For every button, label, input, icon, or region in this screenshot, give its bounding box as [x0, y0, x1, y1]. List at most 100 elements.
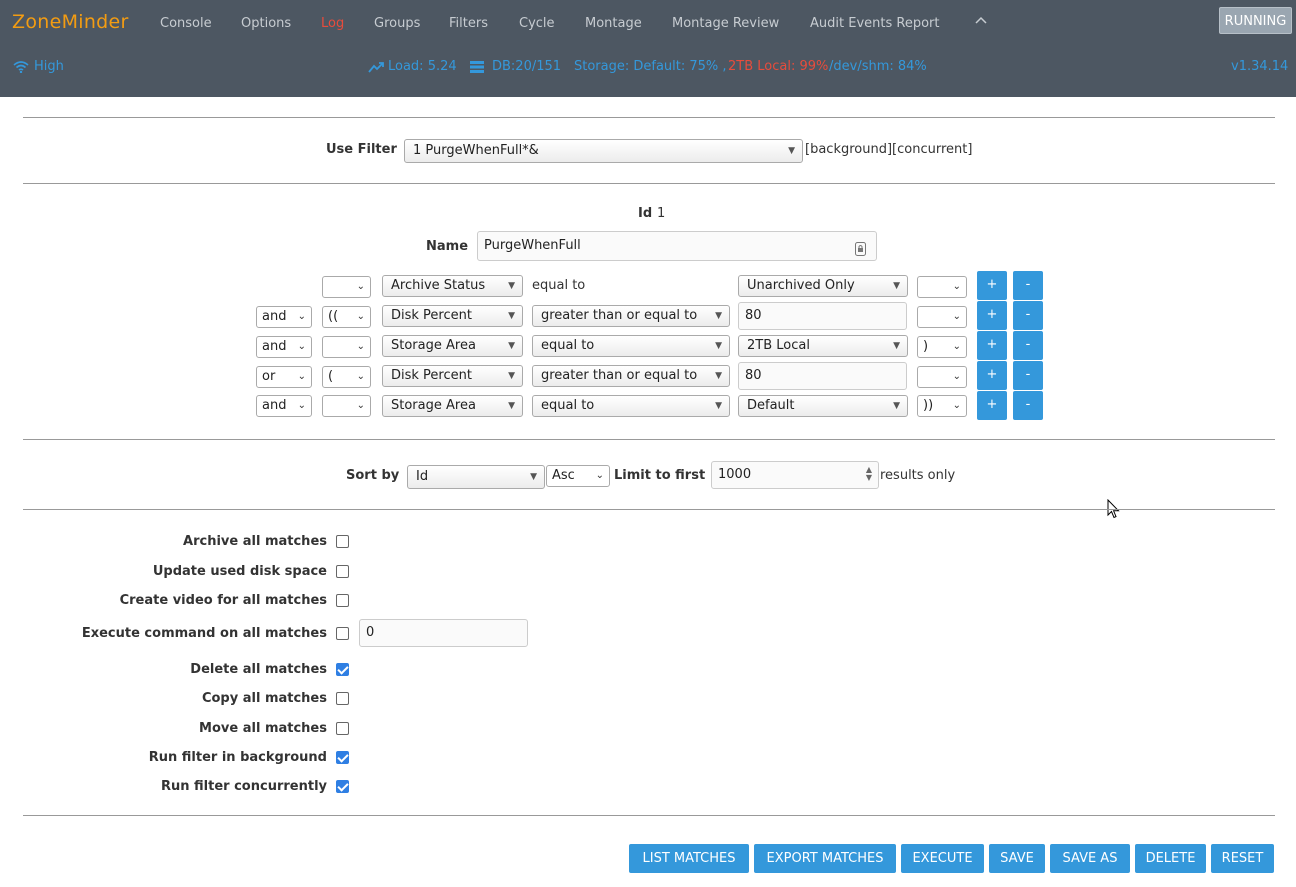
operator-select[interactable]: greater than or equal to ▼ [532, 305, 730, 327]
export-matches-button[interactable]: EXPORT MATCHES [754, 844, 896, 873]
reset-button[interactable]: RESET [1211, 844, 1274, 873]
limit-suffix: results only [880, 468, 956, 483]
operator-select[interactable]: equal to ▼ [532, 395, 730, 417]
bandwidth-link[interactable]: High [34, 59, 64, 74]
remove-term-button[interactable]: - [1013, 331, 1043, 360]
remove-term-button[interactable]: - [1013, 391, 1043, 420]
list-matches-button[interactable]: LIST MATCHES [629, 844, 749, 873]
name-input[interactable]: PurgeWhenFull [477, 231, 877, 261]
nav-log[interactable]: Log [321, 16, 344, 31]
use-filter-select[interactable]: 1 PurgeWhenFull*& ▼ [404, 139, 803, 163]
operator-select[interactable]: equal to ▼ [532, 335, 730, 357]
chevron-up-icon[interactable] [975, 14, 987, 28]
nav-cycle[interactable]: Cycle [519, 16, 555, 31]
close-bracket-select[interactable]: ) ⌄ [917, 336, 967, 358]
execute-command-checkbox[interactable] [336, 627, 349, 640]
attribute-select[interactable]: Archive Status ▼ [382, 275, 523, 297]
value-input[interactable]: 80 [738, 302, 907, 330]
chevron-down-icon: ⌄ [952, 281, 961, 292]
run-background-label: Run filter in background [148, 750, 327, 765]
remove-term-button[interactable]: - [1013, 301, 1043, 330]
chevron-down-icon: ▼ [715, 311, 722, 321]
move-all-checkbox[interactable] [336, 722, 349, 735]
nav-options[interactable]: Options [241, 16, 291, 31]
open-bracket-select[interactable]: ((⌄ [322, 306, 371, 328]
conjunction-select[interactable]: and ⌄ [256, 336, 312, 358]
trend-up-icon [368, 61, 384, 77]
open-bracket-select[interactable]: ⌄ [322, 395, 371, 417]
add-term-button[interactable]: + [977, 271, 1007, 300]
sort-field-select[interactable]: Id ▼ [407, 465, 545, 489]
attribute-select[interactable]: Storage Area ▼ [382, 395, 523, 417]
password-manager-icon[interactable] [855, 239, 866, 267]
db-status: DB:20/151 [492, 59, 562, 74]
add-term-button[interactable]: + [977, 361, 1007, 390]
chevron-down-icon: ▼ [508, 341, 515, 351]
nav-montage-review[interactable]: Montage Review [672, 16, 779, 31]
sort-direction-select[interactable]: Asc ⌄ [546, 465, 610, 487]
brand-logo[interactable]: ZoneMinder [12, 11, 129, 33]
delete-all-label: Delete all matches [190, 662, 327, 677]
open-bracket-select[interactable]: ⌄ [322, 336, 371, 358]
nav-audit-events-report[interactable]: Audit Events Report [810, 16, 939, 31]
attribute-select[interactable]: Storage Area ▼ [382, 335, 523, 357]
chevron-down-icon: ⌄ [952, 400, 961, 411]
copy-all-checkbox[interactable] [336, 692, 349, 705]
value-input[interactable]: 80 [738, 362, 907, 390]
value-select[interactable]: Default ▼ [738, 395, 908, 417]
delete-all-checkbox[interactable] [336, 663, 349, 676]
chevron-down-icon: ⌄ [356, 311, 365, 322]
value-select[interactable]: 2TB Local ▼ [738, 335, 908, 357]
limit-input[interactable]: 1000 ▲ ▼ [711, 461, 879, 489]
id-value: 1 [657, 206, 666, 221]
close-bracket-select[interactable]: ⌄ [917, 306, 967, 328]
create-video-checkbox[interactable] [336, 594, 349, 607]
nav-console[interactable]: Console [160, 16, 212, 31]
archive-all-label: Archive all matches [183, 534, 327, 549]
storage-local-status: 2TB Local: 99% [728, 59, 829, 74]
close-bracket-select[interactable]: ⌄ [917, 276, 967, 298]
close-bracket-select[interactable]: ⌄ [917, 366, 967, 388]
wifi-icon [13, 60, 29, 77]
run-state-button[interactable]: RUNNING [1219, 7, 1292, 34]
conjunction-select[interactable]: and ⌄ [256, 395, 312, 417]
nav-groups[interactable]: Groups [374, 16, 420, 31]
nav-filters[interactable]: Filters [449, 16, 488, 31]
run-background-checkbox[interactable] [336, 751, 349, 764]
attribute-select[interactable]: Disk Percent ▼ [382, 305, 523, 327]
save-as-button[interactable]: SAVE AS [1050, 844, 1130, 873]
divider [23, 439, 1275, 440]
open-bracket-select[interactable]: (⌄ [322, 366, 371, 388]
run-concurrently-checkbox[interactable] [336, 780, 349, 793]
delete-button[interactable]: DELETE [1135, 844, 1206, 873]
chevron-down-icon: ▼ [893, 281, 900, 291]
execute-button[interactable]: EXECUTE [901, 844, 984, 873]
add-term-button[interactable]: + [977, 301, 1007, 330]
open-bracket-select[interactable]: ⌄ [322, 276, 371, 298]
remove-term-button[interactable]: - [1013, 361, 1043, 390]
update-disk-space-checkbox[interactable] [336, 565, 349, 578]
version-label[interactable]: v1.34.14 [1231, 59, 1288, 74]
execute-command-input[interactable]: 0 [359, 619, 528, 647]
chevron-down-icon: ▼ [508, 401, 515, 411]
archive-all-checkbox[interactable] [336, 535, 349, 548]
update-disk-space-label: Update used disk space [152, 564, 327, 579]
conjunction-select[interactable]: or ⌄ [256, 366, 312, 388]
number-spinner-icon[interactable]: ▲ ▼ [866, 466, 872, 482]
use-filter-label: Use Filter [326, 142, 397, 157]
chevron-down-icon: ⌄ [595, 470, 604, 481]
divider [23, 509, 1275, 510]
add-term-button[interactable]: + [977, 391, 1007, 420]
mouse-cursor-icon [1107, 498, 1120, 523]
remove-term-button[interactable]: - [1013, 271, 1043, 300]
close-bracket-select[interactable]: )) ⌄ [917, 395, 967, 417]
attribute-select[interactable]: Disk Percent ▼ [382, 365, 523, 387]
value-select[interactable]: Unarchived Only ▼ [738, 275, 908, 297]
storage-default-status: Storage: Default: 75% , [574, 59, 727, 74]
save-button[interactable]: SAVE [989, 844, 1045, 873]
operator-select[interactable]: greater than or equal to ▼ [532, 365, 730, 387]
nav-montage[interactable]: Montage [585, 16, 642, 31]
conjunction-select[interactable]: and ⌄ [256, 306, 312, 328]
add-term-button[interactable]: + [977, 331, 1007, 360]
run-concurrently-label: Run filter concurrently [161, 779, 327, 794]
